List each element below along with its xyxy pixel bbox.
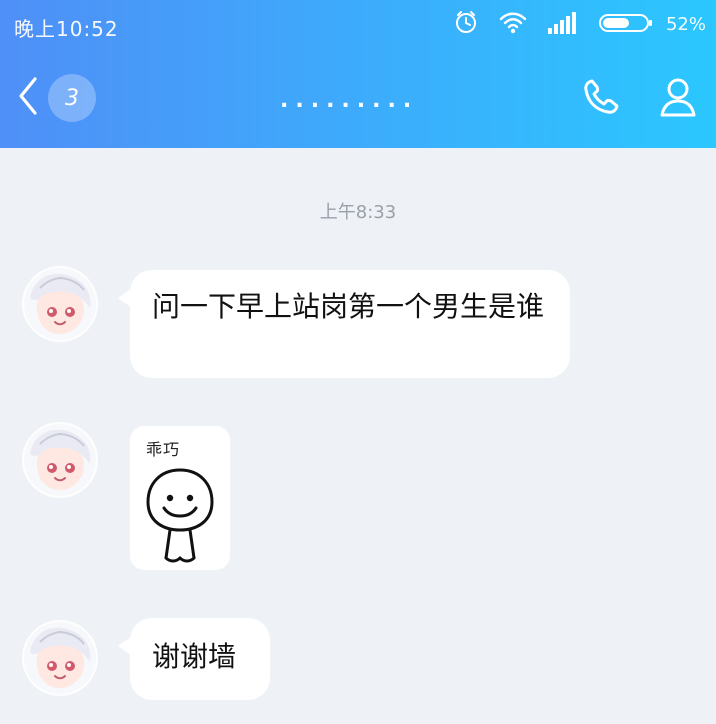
avatar[interactable] — [24, 424, 96, 496]
sticker-caption: 乖巧 — [146, 440, 181, 459]
message-text: 谢谢墙 — [152, 640, 237, 673]
signal-icon — [546, 8, 580, 40]
profile-icon[interactable] — [654, 73, 702, 125]
anime-avatar-icon — [24, 622, 96, 694]
chat-title: ......... — [280, 88, 419, 113]
anime-avatar-icon — [24, 268, 96, 340]
avatar[interactable] — [24, 622, 96, 694]
battery-percent: 52% — [665, 13, 706, 35]
chat-area: 上午8:33 问一下早上站岗第一个男生是谁 乖巧 谢谢墙 — [0, 148, 716, 724]
unread-count-badge: 3 — [48, 74, 96, 122]
back-button[interactable] — [10, 70, 46, 126]
sticker-message[interactable]: 乖巧 — [130, 426, 230, 570]
message-bubble[interactable]: 问一下早上站岗第一个男生是谁 — [118, 270, 570, 378]
wifi-icon — [498, 8, 528, 40]
battery-icon — [598, 8, 654, 40]
header-actions — [576, 72, 702, 126]
phone-icon[interactable] — [576, 72, 626, 126]
chat-header: 晚上10:52 52% 3 ......... — [0, 0, 716, 148]
message-bubble[interactable]: 谢谢墙 — [118, 618, 270, 700]
message-text: 问一下早上站岗第一个男生是谁 — [152, 290, 545, 323]
status-time: 晚上10:52 — [14, 17, 119, 41]
avatar[interactable] — [24, 268, 96, 340]
chevron-left-icon — [13, 73, 43, 123]
alarm-icon — [452, 8, 480, 40]
chat-timestamp: 上午8:33 — [319, 202, 397, 223]
anime-avatar-icon — [24, 424, 96, 496]
status-icons: 52% — [452, 10, 706, 38]
